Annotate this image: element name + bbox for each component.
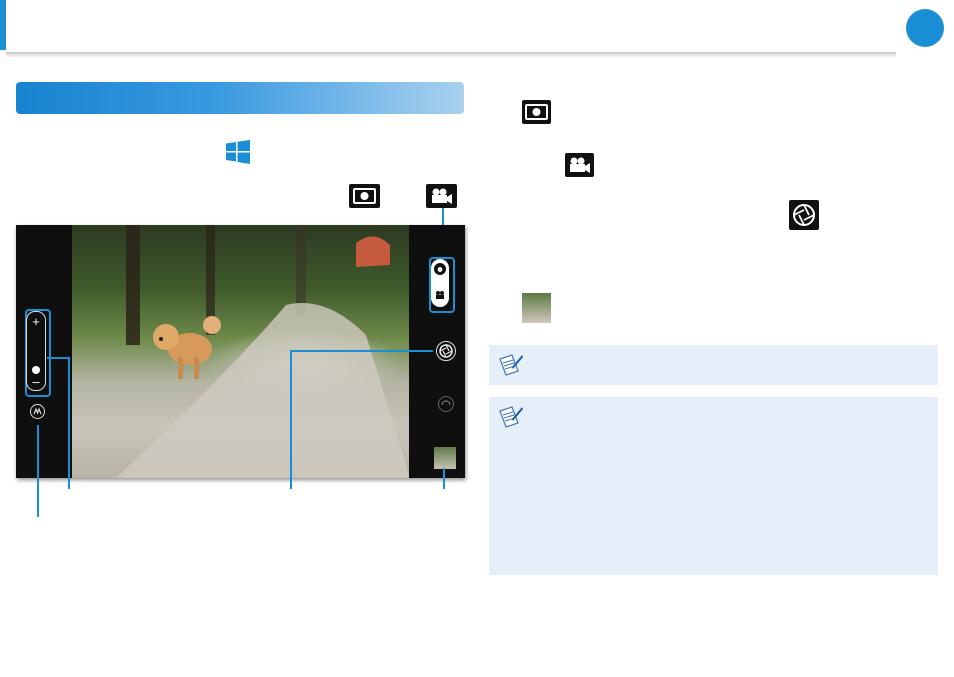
timer-icon [441, 400, 451, 406]
mode-switch[interactable] [431, 259, 449, 307]
shutter-icon [789, 200, 819, 230]
leader-line [290, 350, 433, 352]
chapter-marker [906, 9, 944, 47]
forest-scene [116, 225, 410, 478]
zoom-slider[interactable]: + – [26, 311, 46, 391]
note-pen-icon [499, 406, 523, 428]
note-box [489, 345, 938, 385]
video-mode-icon[interactable] [434, 289, 446, 301]
leader-line [37, 425, 39, 517]
note-box [489, 397, 938, 575]
leader-line [47, 357, 69, 359]
photo-thumbnail-icon[interactable] [434, 447, 456, 469]
camera-icon [522, 100, 551, 124]
shutter-button[interactable] [436, 341, 456, 361]
leader-line [68, 357, 70, 489]
leader-line [290, 350, 292, 489]
leader-line [443, 468, 445, 489]
header-accent-bar [0, 0, 6, 50]
camera-app-screenshot: + – [16, 225, 465, 478]
windows-logo-icon [226, 140, 250, 164]
note-pen-icon [499, 354, 523, 376]
effects-button[interactable] [30, 404, 45, 419]
zoom-slider-handle[interactable] [32, 366, 40, 374]
zoom-in-label[interactable]: + [27, 315, 45, 328]
effects-icon [33, 407, 42, 415]
zoom-out-label[interactable]: – [27, 375, 45, 388]
shutter-icon [439, 344, 453, 358]
video-camera-icon [565, 153, 594, 177]
timer-button[interactable] [438, 396, 454, 412]
camera-mode-icon[interactable] [434, 263, 446, 275]
photo-thumbnail-icon [522, 293, 551, 323]
video-camera-icon [426, 184, 457, 208]
header-divider [6, 52, 896, 58]
viewfinder-photo [56, 225, 410, 478]
dog [153, 316, 221, 379]
section-heading-bar [16, 82, 464, 114]
camera-icon [349, 184, 380, 208]
